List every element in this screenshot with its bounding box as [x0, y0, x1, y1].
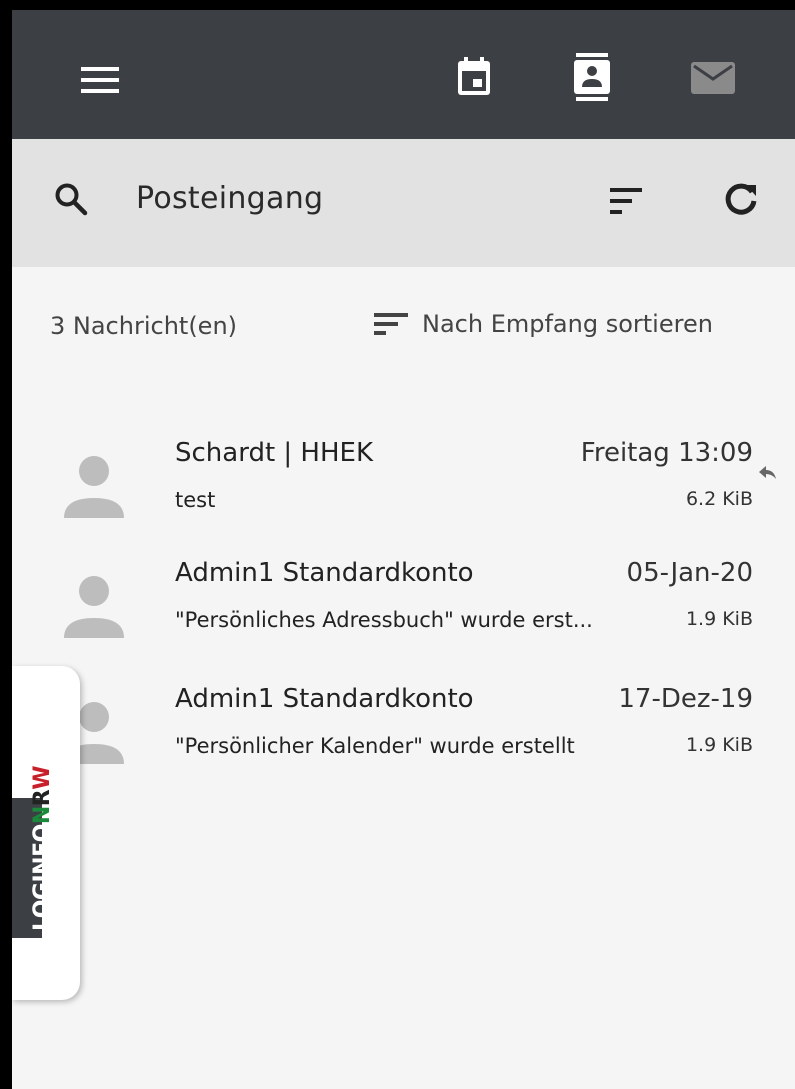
app-bar	[12, 10, 795, 139]
message-item[interactable]: Admin1 Standardkonto 17-Dez-19 "Persönli…	[12, 674, 795, 794]
mail-app: Posteingang 3 Nachricht(en) Nach Empfang…	[12, 10, 795, 1089]
message-item[interactable]: Schardt | HHEK Freitag 13:09 test 6.2 Ki…	[12, 428, 795, 548]
folder-bar	[12, 139, 795, 267]
message-sender: Schardt | HHEK	[175, 438, 374, 468]
calendar-icon[interactable]	[452, 52, 496, 102]
mail-icon[interactable]	[688, 58, 738, 98]
message-date: 05-Jan-20	[626, 558, 753, 588]
message-date: 17-Dez-19	[618, 684, 753, 714]
sort-label: Nach Empfang sortieren	[422, 310, 713, 338]
message-sender: Admin1 Standardkonto	[175, 684, 474, 714]
message-subject: test	[175, 488, 216, 512]
sort-button[interactable]: Nach Empfang sortieren	[374, 304, 713, 344]
logineo-nrw-tab[interactable]: LOGINEONRW	[12, 666, 80, 1000]
message-size: 1.9 KiB	[685, 734, 753, 756]
avatar-icon	[64, 456, 124, 518]
message-count: 3 Nachricht(en)	[50, 312, 238, 340]
message-sender: Admin1 Standardkonto	[175, 558, 474, 588]
contacts-icon[interactable]	[570, 50, 614, 104]
message-size: 6.2 KiB	[685, 488, 753, 510]
message-item[interactable]: Admin1 Standardkonto 05-Jan-20 "Persönli…	[12, 548, 795, 668]
refresh-icon[interactable]	[724, 183, 764, 223]
search-icon[interactable]	[54, 182, 94, 222]
message-size: 1.9 KiB	[685, 608, 753, 630]
message-subject: "Persönliches Adressbuch" wurde erst...	[175, 608, 593, 632]
avatar-icon	[64, 576, 124, 638]
logineo-logo: LOGINEONRW	[30, 766, 55, 931]
message-date: Freitag 13:09	[580, 438, 753, 468]
filter-icon[interactable]	[610, 188, 650, 222]
message-subject: "Persönlicher Kalender" wurde erstellt	[175, 734, 575, 758]
folder-title: Posteingang	[136, 181, 324, 216]
sort-icon	[374, 313, 408, 335]
replied-icon	[759, 466, 776, 479]
hamburger-menu-icon[interactable]	[76, 60, 124, 100]
